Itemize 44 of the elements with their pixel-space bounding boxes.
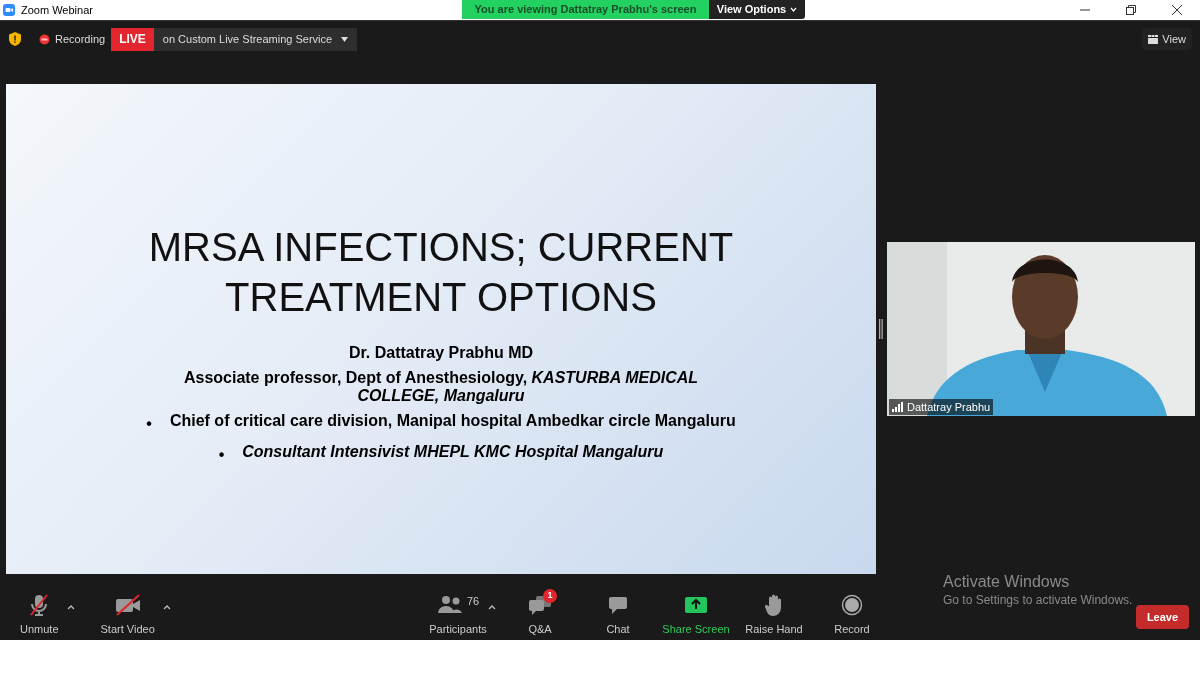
chat-button[interactable]: Chat (584, 593, 652, 637)
record-button[interactable]: Record (818, 593, 886, 637)
signal-icon (892, 402, 904, 412)
slide-text: Chief of critical care division, Manipal hospital Ambedkar circle Mangaluru (169, 412, 736, 431)
share-button[interactable]: Share Screen (662, 593, 730, 637)
activation-text: Go to Settings to activate Windows. (943, 592, 1133, 608)
participant-name: Dattatray Prabhu (907, 399, 991, 415)
resize-handle-icon[interactable] (879, 319, 883, 339)
chevron-down-icon[interactable] (790, 7, 798, 12)
live-badge: LIVE (111, 27, 154, 51)
recording-dot-icon (39, 33, 50, 45)
camera-button[interactable]: Start Video (100, 593, 155, 637)
shield-icon[interactable] (8, 31, 22, 47)
zoom-logo-icon (3, 4, 15, 16)
view-button[interactable]: View (1142, 28, 1192, 50)
mic-button[interactable]: Unmute (20, 593, 59, 637)
slide-text: Consultant Intensivist MHEPL KMC Hospital Mangaluru (242, 443, 664, 462)
close-icon[interactable] (1172, 5, 1182, 15)
caret-icon[interactable] (66, 604, 75, 610)
slide-text: Associate professor, Dept of Anesthesiology, KASTURBA MEDICAL COLLEGE, Mangaluru (182, 369, 700, 405)
viewing-banner: You are viewing Dattatray Prabhu's screen (462, 0, 709, 19)
record-icon (841, 593, 863, 616)
activation-title: Activate Windows (943, 572, 1071, 592)
caret-icon[interactable] (162, 604, 171, 610)
grid-icon[interactable] (1148, 34, 1159, 44)
raised-hand-icon (764, 592, 784, 617)
bullet: • (218, 445, 225, 465)
restore-icon[interactable] (1126, 5, 1136, 15)
people-icon (436, 594, 463, 615)
notification-badge: 1 (543, 589, 557, 603)
leave-button[interactable]: Leave (1136, 605, 1189, 629)
caret-icon[interactable] (488, 604, 496, 610)
slide-title: MRSA INFECTIONS; CURRENT TREATMENT OPTIONS (147, 224, 735, 321)
view-options-button[interactable]: View Options (709, 0, 805, 19)
hand-button[interactable]: Raise Hand (740, 593, 808, 637)
participants-button[interactable]: 76 Participants (424, 593, 492, 637)
slide-text: Dr. Dattatray Prabhu MD (348, 344, 533, 362)
dropdown-arrow-icon[interactable] (341, 36, 349, 42)
window-title: Zoom Webinar (21, 2, 93, 18)
bullet: • (146, 414, 152, 434)
streaming-service-dropdown[interactable]: on Custom Live Streaming Service (153, 27, 358, 51)
recording-label: Recording (55, 31, 106, 47)
participant-count: 76 (466, 594, 480, 609)
share-screen-icon (684, 595, 708, 614)
